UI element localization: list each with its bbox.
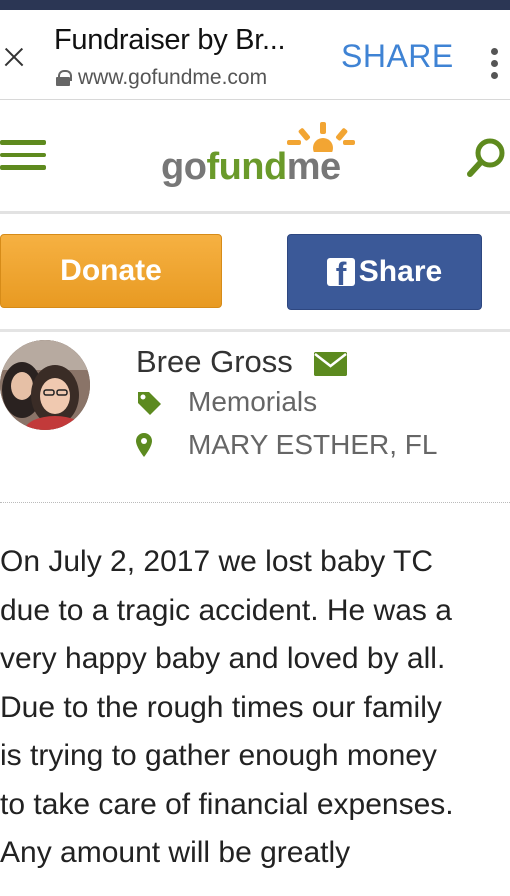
site-header: gofundme (0, 100, 510, 214)
category-label[interactable]: Memorials (188, 386, 317, 418)
browser-share-button[interactable]: SHARE (341, 38, 454, 75)
tag-icon (138, 392, 161, 415)
location-pin-icon (136, 433, 152, 457)
story-line: to take care of financial expenses. (0, 787, 454, 821)
facebook-share-label: Share (358, 255, 443, 288)
story-line: Any amount will be greatly (0, 836, 351, 869)
story-text: On July 2, 2017 we lost baby TC due to a… (0, 538, 510, 878)
logo-text: gofundme (161, 146, 341, 188)
menu-icon[interactable] (0, 140, 46, 174)
action-bar: Donate Share (0, 214, 510, 332)
story-line: On July 2, 2017 we lost baby TC (0, 545, 434, 578)
story-line: very happy baby and loved by all. (0, 642, 446, 675)
story-line: Due to the rough times our family (0, 690, 442, 724)
search-icon[interactable] (466, 136, 508, 178)
more-options-icon[interactable] (489, 48, 499, 82)
location-label: MARY ESTHER, FL (188, 429, 438, 460)
mail-icon[interactable] (314, 352, 347, 376)
url-row[interactable]: www.gofundme.com (56, 66, 267, 90)
donate-button[interactable]: Donate (0, 234, 222, 308)
close-icon[interactable] (0, 44, 26, 70)
url-text: www.gofundme.com (78, 66, 268, 89)
page-title: Fundraiser by Br... (54, 24, 286, 56)
section-divider (0, 502, 510, 503)
story-line: is trying to gather enough money (0, 739, 437, 772)
avatar[interactable] (0, 340, 90, 430)
gofundme-logo[interactable]: gofundme (161, 122, 361, 194)
status-bar (0, 0, 510, 10)
story-line: due to a tragic accident. He was a (0, 593, 452, 627)
facebook-share-button[interactable]: Share (287, 234, 482, 310)
facebook-icon (326, 258, 355, 286)
organizer-info: Bree Gross Memorials MARY ESTHER, FL (0, 332, 510, 502)
organizer-name[interactable]: Bree Gross (136, 344, 293, 380)
lock-icon (56, 70, 72, 86)
browser-toolbar: Fundraiser by Br... www.gofundme.com SHA… (0, 10, 510, 100)
